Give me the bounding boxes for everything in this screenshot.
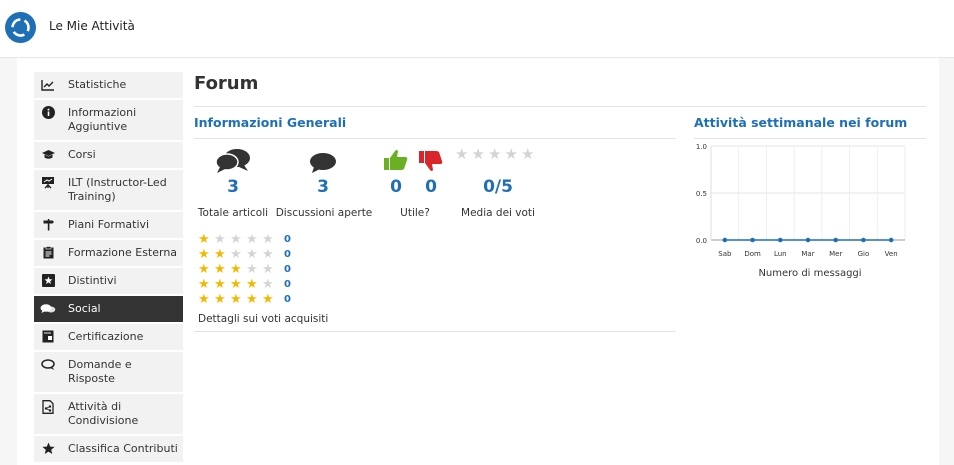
chart-data-point xyxy=(805,237,811,243)
chart-x-tick-label: Ven xyxy=(885,250,898,258)
average-rating-label: Media dei voti xyxy=(461,207,535,219)
rating-row-5: ★ ★ ★ ★ ★ 0 xyxy=(198,292,291,307)
useful-label: Utile? xyxy=(400,207,430,219)
info-icon xyxy=(40,106,56,119)
rating-star-icon: ★ xyxy=(471,145,485,163)
chart-y-tick-label: 0.5 xyxy=(696,190,707,198)
total-posts-value: 3 xyxy=(227,177,239,197)
top-bar: Le Mie Attività xyxy=(0,0,954,58)
sidebar-item-informazioni[interactable]: Informazioni Aggiuntive xyxy=(34,100,183,140)
posts-bubbles-icon xyxy=(214,148,252,178)
divider xyxy=(694,138,926,139)
rating-count: 0 xyxy=(284,234,291,245)
sidebar-item-label: Formazione Esterna xyxy=(68,246,178,259)
discussion-bubble-icon xyxy=(309,152,337,178)
sidebar-item-label: Piani Formativi xyxy=(68,218,150,231)
chart-x-tick-label: Mer xyxy=(829,250,842,258)
chart-x-tick-label: Mar xyxy=(801,250,814,258)
rating-count: 0 xyxy=(284,279,291,290)
divider xyxy=(194,331,676,332)
sidebar-item-social[interactable]: Social xyxy=(34,296,183,322)
rating-star-icon: ★ xyxy=(488,145,502,163)
thumb-down-icon[interactable] xyxy=(418,150,444,176)
star-badge-icon xyxy=(40,274,56,287)
circular-logo-icon[interactable] xyxy=(5,12,36,43)
share-document-icon xyxy=(40,399,56,414)
rating-row-3: ★ ★ ★ ★ ★ 0 xyxy=(198,262,291,277)
sidebar-item-label: Distintivi xyxy=(68,274,117,287)
chart-y-tick-label: 1.0 xyxy=(696,143,707,151)
sidebar-item-statistiche[interactable]: Statistiche xyxy=(34,72,183,98)
chart-data-point xyxy=(833,237,839,243)
rating-count: 0 xyxy=(284,294,291,305)
rating-details-label: Dettagli sui voti acquisiti xyxy=(198,313,329,325)
sidebar-item-formazione-esterna[interactable]: Formazione Esterna xyxy=(34,240,183,266)
sidebar-item-label: Informazioni Aggiuntive xyxy=(68,106,137,133)
divider xyxy=(194,138,676,139)
chart-x-tick-label: Lun xyxy=(774,250,787,258)
section-title-general: Informazioni Generali xyxy=(194,115,347,130)
sidebar-item-certificazione[interactable]: Certificazione xyxy=(34,324,183,350)
rating-row-4: ★ ★ ★ ★ ★ 0 xyxy=(198,277,291,292)
chart-data-point xyxy=(722,237,728,243)
star-icon xyxy=(40,442,56,455)
sidebar-item-corsi[interactable]: Corsi xyxy=(34,142,183,168)
rating-count: 0 xyxy=(284,264,291,275)
sidebar-item-label: Domande e Risposte xyxy=(68,358,132,385)
rating-row-1: ★ ★ ★ ★ ★ 0 xyxy=(198,232,291,247)
section-title-weekly: Attività settimanale nei forum xyxy=(694,115,908,130)
useful-down-value: 0 xyxy=(425,177,437,197)
sidebar-menu: Statistiche Informazioni Aggiuntive Cors… xyxy=(34,72,183,464)
open-discussions-value: 3 xyxy=(317,177,329,197)
chart-x-tick-label: Sab xyxy=(718,250,732,258)
sidebar-item-label: Corsi xyxy=(68,148,96,161)
average-rating-value: 0/5 xyxy=(483,177,513,197)
sidebar-item-condivisione[interactable]: Attività di Condivisione xyxy=(34,394,183,434)
chart-x-tick-label: Gio xyxy=(858,250,870,258)
rating-star-icon: ★ xyxy=(521,145,535,163)
rating-star-icon: ★ xyxy=(455,145,469,163)
sidebar-item-distintivi[interactable]: Distintivi xyxy=(34,268,183,294)
sidebar-item-label: Attività di Condivisione xyxy=(68,400,139,427)
weekly-activity-chart: 0.0 0.5 1.0 Sab Dom Lun Mar Mer Gio Ven xyxy=(680,140,920,285)
total-posts-label: Totale articoli xyxy=(197,207,269,219)
average-rating-stars: ★ ★ ★ ★ ★ xyxy=(455,145,538,163)
divider xyxy=(194,106,926,107)
thumb-up-icon[interactable] xyxy=(383,149,409,175)
sidebar-item-label: Social xyxy=(68,302,101,315)
sidebar-item-piani-formativi[interactable]: Piani Formativi xyxy=(34,212,183,238)
signpost-icon xyxy=(40,218,56,231)
sidebar-item-label: Classifica Contributi xyxy=(68,442,178,455)
rating-row-2: ★ ★ ★ ★ ★ 0 xyxy=(198,247,291,262)
sidebar-item-label: ILT (Instructor-Led Training) xyxy=(68,176,167,203)
certificate-book-icon xyxy=(40,330,56,343)
app-title: Le Mie Attività xyxy=(49,19,135,33)
chart-data-point xyxy=(750,237,755,243)
graduation-cap-icon xyxy=(40,148,56,161)
chart-data-point xyxy=(777,237,783,243)
question-bubble-icon xyxy=(40,358,56,371)
rating-count: 0 xyxy=(284,249,291,260)
chart-data-point xyxy=(888,237,894,243)
chat-bubbles-icon xyxy=(40,302,56,315)
sidebar-item-domande[interactable]: Domande e Risposte xyxy=(34,352,183,392)
page-title: Forum xyxy=(194,73,259,94)
sidebar-item-label: Statistiche xyxy=(68,78,127,91)
sidebar-item-label: Certificazione xyxy=(68,330,144,343)
rating-star-icon: ★ xyxy=(504,145,518,163)
chart-data-point xyxy=(861,237,866,243)
chart-x-tick-label: Dom xyxy=(744,250,761,258)
chart-x-label: Numero di messaggi xyxy=(758,268,862,279)
chart-y-tick-label: 0.0 xyxy=(696,237,707,245)
clipboard-icon xyxy=(40,246,56,259)
useful-up-value: 0 xyxy=(390,177,402,197)
presentation-board-icon xyxy=(40,176,56,189)
line-chart-icon xyxy=(40,78,56,91)
open-discussions-label: Discussioni aperte xyxy=(275,207,373,219)
sidebar-item-ilt[interactable]: ILT (Instructor-Led Training) xyxy=(34,170,183,210)
sidebar-item-classifica[interactable]: Classifica Contributi xyxy=(34,436,183,462)
